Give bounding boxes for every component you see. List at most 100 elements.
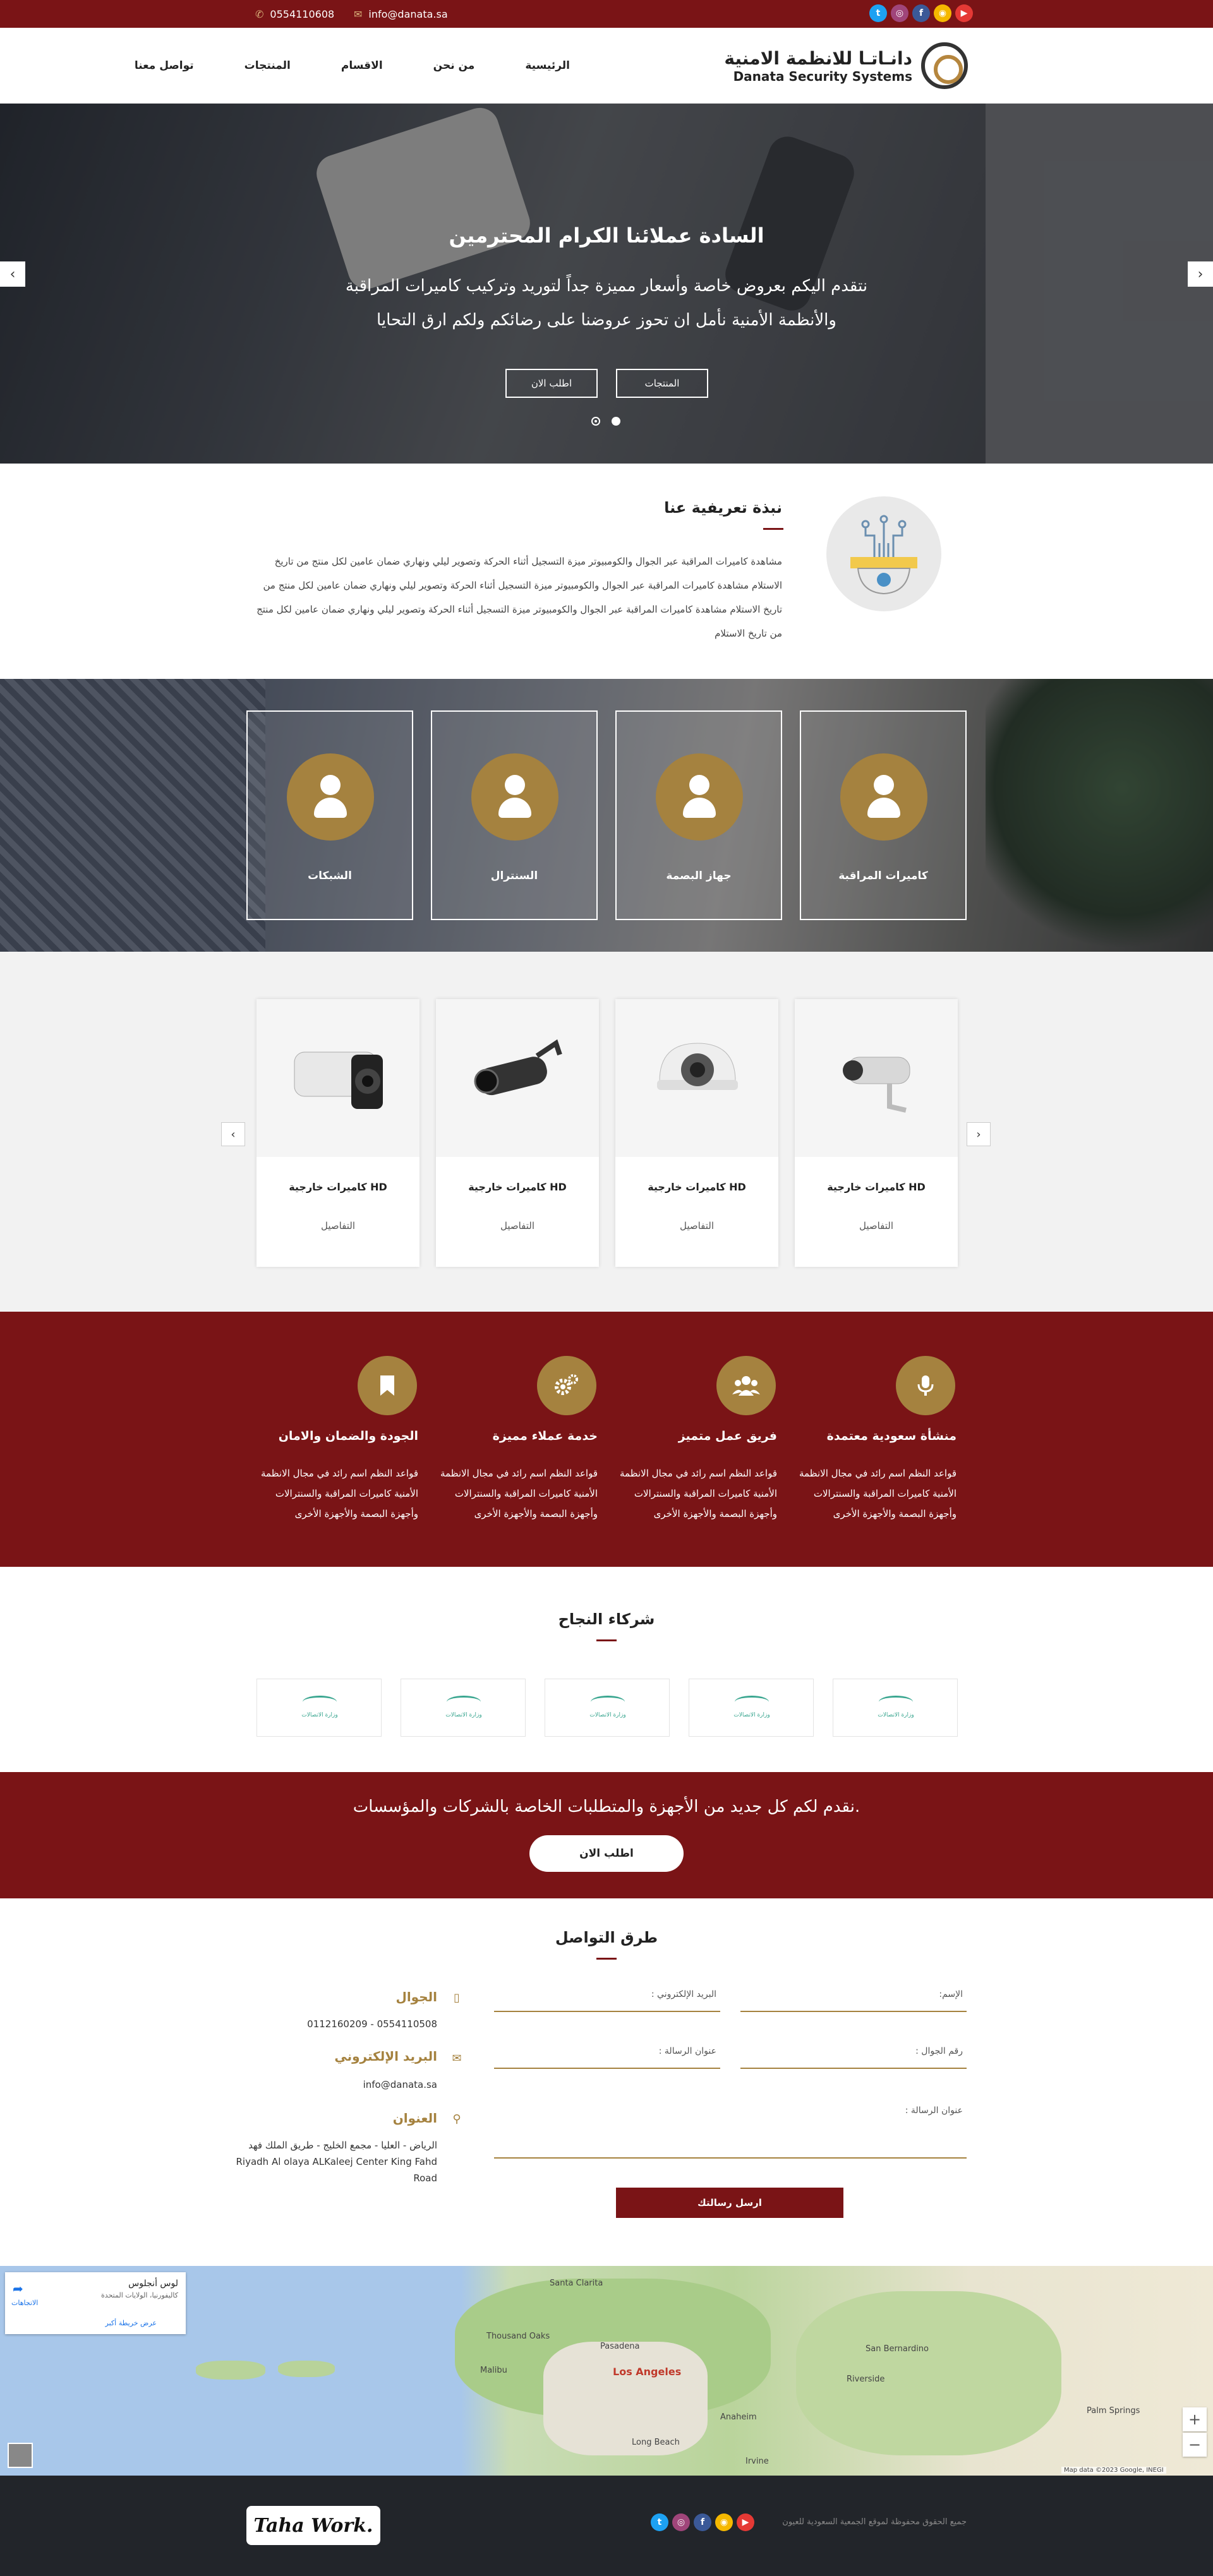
map-attribution: Map data ©2023 Google, INEGI — [1061, 2467, 1166, 2474]
developer-brand-logo[interactable]: Taha Work. — [246, 2506, 380, 2545]
microphone-icon — [896, 1356, 955, 1415]
google-map[interactable]: Santa Clarita Pasadena Los Angeles Thous… — [0, 2266, 1213, 2476]
service-label: الشبكات — [308, 870, 352, 882]
youtube-icon[interactable]: ▶ — [737, 2513, 754, 2531]
product-title: كاميرات خارجية HD — [468, 1181, 567, 1193]
copyright-text: جميع الحقوق محفوظة لموقع الجمعية السعودي… — [782, 2517, 967, 2527]
product-card[interactable]: كاميرات خارجية HD التفاصيل — [436, 999, 599, 1267]
message-field[interactable]: عنوان الرسالة : — [494, 2106, 967, 2159]
partner-logo[interactable]: وزارة الاتصالات — [833, 1679, 958, 1737]
email-address: info@danata.sa — [368, 8, 448, 20]
site-footer: جميع الحقوق محفوظة لموقع الجمعية السعودي… — [0, 2476, 1213, 2576]
products-prev-arrow-icon[interactable]: ‹ — [221, 1122, 245, 1146]
instagram-icon[interactable]: ◎ — [672, 2513, 690, 2531]
subject-field[interactable]: عنوان الرسالة : — [494, 2046, 720, 2069]
larger-map-link[interactable]: عرض خريطة أكبر — [106, 2319, 157, 2327]
product-image — [436, 999, 599, 1157]
snapchat-icon[interactable]: ◉ — [715, 2513, 733, 2531]
directions-icon[interactable]: ➦ — [13, 2281, 23, 2296]
product-details-link[interactable]: التفاصيل — [436, 1220, 599, 1231]
service-label: كاميرات المراقبة — [838, 870, 928, 882]
partner-logo[interactable]: وزارة الاتصالات — [545, 1679, 670, 1737]
slider-dot-1[interactable] — [591, 417, 600, 426]
partner-logo[interactable]: وزارة الاتصالات — [256, 1679, 382, 1737]
snapchat-icon[interactable]: ◉ — [934, 4, 951, 22]
partner-logo[interactable]: وزارة الاتصالات — [689, 1679, 814, 1737]
product-image — [256, 999, 419, 1157]
about-title: نبذة تعريفية عنا — [664, 499, 782, 517]
service-label: جهاز البصمة — [666, 870, 732, 882]
products-section: ‹ › كاميرات خارجية HD التفاصيل كاميرات خ… — [0, 952, 1213, 1312]
facebook-icon[interactable]: f — [694, 2513, 711, 2531]
nav-home[interactable]: الرئيسية — [525, 59, 570, 72]
logo-mark-icon — [921, 42, 968, 89]
facebook-icon[interactable]: f — [912, 4, 930, 22]
send-message-button[interactable]: ارسل رسالتك — [616, 2188, 843, 2218]
products-next-arrow-icon[interactable]: › — [967, 1122, 991, 1146]
hero-next-arrow-icon[interactable]: › — [1188, 261, 1213, 287]
nav-products[interactable]: المنتجات — [244, 59, 291, 72]
map-label: Malibu — [480, 2366, 507, 2375]
team-icon — [716, 1356, 776, 1415]
slider-dot-2[interactable] — [612, 417, 620, 426]
map-layer-thumbnail[interactable] — [8, 2443, 33, 2468]
product-details-link[interactable]: التفاصيل — [256, 1220, 419, 1231]
cta-banner: نقدم لكم كل جديد من الأجهزة والمتطلبات ا… — [0, 1772, 1213, 1898]
feature-title: منشأة سعودية معتمدة — [826, 1429, 957, 1443]
about-title-underline — [763, 528, 783, 530]
twitter-icon[interactable]: t — [651, 2513, 668, 2531]
address-title: العنوان — [392, 2111, 437, 2126]
product-card[interactable]: كاميرات خارجية HD التفاصيل — [615, 999, 778, 1267]
service-card-central[interactable]: السنترال — [431, 710, 598, 920]
phone-field[interactable]: رقم الجوال : — [740, 2046, 967, 2069]
partner-logo-mark — [303, 1696, 337, 1708]
instagram-icon[interactable]: ◎ — [891, 4, 908, 22]
phone-number: 0554110608 — [270, 8, 335, 20]
services-overlay — [0, 679, 1213, 952]
partner-logo[interactable]: وزارة الاتصالات — [401, 1679, 526, 1737]
service-card-cameras[interactable]: كاميرات المراقبة — [800, 710, 967, 920]
cta-order-button[interactable]: اطلب الان — [529, 1835, 684, 1872]
map-label: Palm Springs — [1087, 2406, 1140, 2416]
map-urban-area — [543, 2342, 708, 2455]
product-card[interactable]: كاميرات خارجية HD التفاصيل — [795, 999, 958, 1267]
address-value: الرياض - العليا - مجمع الخليج - طريق الم… — [236, 2140, 438, 2184]
product-image — [615, 999, 778, 1157]
nav-about[interactable]: من نحن — [433, 59, 475, 72]
product-title: كاميرات خارجية HD — [648, 1181, 746, 1193]
nav-contact[interactable]: تواصل معنا — [135, 59, 194, 72]
email-field[interactable]: البريد الإلكتروني : — [494, 1989, 720, 2012]
product-title: كاميرات خارجية HD — [289, 1181, 387, 1193]
name-field[interactable]: الإسم: — [740, 1989, 967, 2012]
email-value: info@danata.sa — [363, 2079, 437, 2090]
main-nav: الرئيسية من نحن الاقسام المنتجات تواصل م… — [135, 28, 570, 104]
order-now-button[interactable]: اطلب الان — [505, 369, 598, 398]
zoom-in-icon[interactable]: + — [1183, 2407, 1207, 2431]
zoom-out-icon[interactable]: − — [1183, 2433, 1207, 2457]
products-button[interactable]: المنتجات — [616, 369, 708, 398]
feature-title: فريق عمل متميز — [678, 1429, 777, 1443]
nav-sections[interactable]: الاقسام — [341, 59, 383, 72]
site-logo[interactable]: دانـاتـا للانظمة الامنية Danata Security… — [724, 40, 968, 91]
email-contact[interactable]: ✉ info@danata.sa — [354, 0, 448, 28]
user-icon — [471, 753, 558, 841]
feature-title: الجودة والضمان والامان — [278, 1429, 418, 1443]
twitter-icon[interactable]: t — [869, 4, 887, 22]
directions-link[interactable]: الاتجاهات — [11, 2299, 38, 2307]
product-details-link[interactable]: التفاصيل — [795, 1220, 958, 1231]
contact-title-underline — [596, 1958, 617, 1960]
partner-logo-mark — [591, 1696, 625, 1708]
product-card[interactable]: كاميرات خارجية HD التفاصيل — [256, 999, 419, 1267]
map-info-card: لوس أنجلوس كاليفورنيا، الولايات المتحدة … — [5, 2272, 186, 2334]
partner-logo-text: وزارة الاتصالات — [589, 1712, 626, 1718]
youtube-icon[interactable]: ▶ — [955, 4, 973, 22]
service-card-fingerprint[interactable]: جهاز البصمة — [615, 710, 782, 920]
product-details-link[interactable]: التفاصيل — [615, 1220, 778, 1231]
phone-contact[interactable]: ✆ 0554110608 — [255, 0, 334, 28]
service-card-networks[interactable]: الشبكات — [246, 710, 413, 920]
hero-title: السادة عملائنا الكرام المحترمين — [449, 224, 764, 248]
map-label: Thousand Oaks — [486, 2332, 550, 2341]
features-section: منشأة سعودية معتمدة قواعد النظم اسم رائد… — [0, 1312, 1213, 1567]
hero-prev-arrow-icon[interactable]: ‹ — [0, 261, 25, 287]
feature-text: قواعد النظم اسم رائد في مجال الانظمة الأ… — [440, 1468, 598, 1519]
